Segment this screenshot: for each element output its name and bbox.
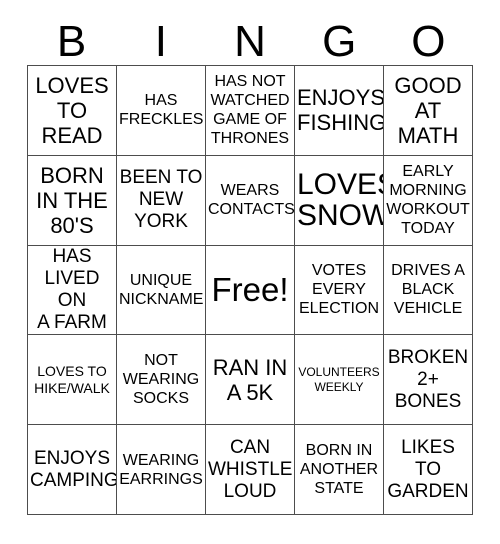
bingo-grid: LOVES TO READ HAS FRECKLES HAS NOT WATCHED… — [27, 65, 473, 515]
bingo-square-label: GOOD AT MATH — [394, 72, 462, 148]
bingo-square-label: VOLUNTEERS WEEKLY — [298, 364, 380, 394]
bingo-square-label: ENJOYS CAMPING — [30, 447, 117, 491]
bingo-square[interactable]: EARLY MORNING WORKOUT TODAY — [384, 155, 473, 246]
header-letter-b: B — [56, 17, 87, 66]
bingo-square-label: ENJOYS FISHING — [297, 85, 384, 136]
bingo-square-label: BROKEN 2+ BONES — [387, 346, 469, 412]
bingo-square[interactable]: BEEN TO NEW YORK — [117, 155, 206, 246]
bingo-square-label: BEEN TO NEW YORK — [119, 167, 203, 233]
bingo-square[interactable]: LOVES TO HIKE/WALK — [28, 335, 117, 426]
bingo-square-label: VOTES EVERY ELECTION — [298, 262, 379, 318]
bingo-square[interactable]: ENJOYS CAMPING — [28, 425, 117, 515]
bingo-square[interactable]: GOOD AT MATH — [384, 66, 473, 156]
bingo-square[interactable]: HAS FRECKLES — [117, 66, 206, 156]
bingo-square-label: WEARS CONTACTS — [208, 182, 295, 219]
bingo-square-label: BORN IN THE 80'S — [36, 162, 108, 238]
bingo-square-label: LIKES TO GARDEN — [387, 436, 469, 502]
bingo-square-label: CAN WHISTLE LOUD — [208, 436, 293, 502]
bingo-square-label: DRIVES A BLACK VEHICLE — [391, 262, 465, 318]
bingo-square-label: RAN IN A 5K — [212, 354, 288, 405]
header-letter-o: O — [411, 17, 446, 66]
bingo-square[interactable]: BORN IN ANOTHER STATE — [295, 425, 384, 515]
bingo-square[interactable]: HAS LIVED ON A FARM — [28, 245, 117, 336]
bingo-square[interactable]: HAS NOT WATCHED GAME OF THRONES — [206, 66, 295, 156]
bingo-square[interactable]: RAN IN A 5K — [206, 335, 295, 426]
header-letter-n: N — [234, 17, 266, 66]
bingo-square[interactable]: DRIVES A BLACK VEHICLE — [384, 245, 473, 336]
bingo-square-label: LOVES TO READ — [35, 72, 109, 148]
bingo-square-label: EARLY MORNING WORKOUT TODAY — [386, 163, 470, 238]
bingo-square[interactable]: LIKES TO GARDEN — [384, 425, 473, 515]
bingo-square[interactable]: LOVES SNOW — [295, 155, 384, 246]
bingo-square[interactable]: VOLUNTEERS WEEKLY — [295, 335, 384, 426]
bingo-square[interactable]: NOT WEARING SOCKS — [117, 335, 206, 426]
bingo-square[interactable]: WEARS CONTACTS — [206, 155, 295, 246]
bingo-square-label: NOT WEARING SOCKS — [122, 352, 200, 408]
bingo-square[interactable]: LOVES TO READ — [28, 66, 117, 156]
bingo-square-label: Free! — [211, 271, 289, 309]
bingo-square-label: LOVES TO HIKE/WALK — [34, 362, 110, 396]
bingo-square-label: HAS NOT WATCHED GAME OF THRONES — [210, 73, 290, 148]
bingo-square-label: HAS FRECKLES — [119, 92, 204, 129]
bingo-free-space[interactable]: Free! — [206, 245, 295, 336]
header-letter-g: G — [322, 17, 357, 66]
bingo-square[interactable]: UNIQUE NICKNAME — [117, 245, 206, 336]
bingo-square-label: LOVES SNOW — [297, 168, 384, 233]
bingo-square[interactable]: CAN WHISTLE LOUD — [206, 425, 295, 515]
bingo-square[interactable]: BORN IN THE 80'S — [28, 155, 117, 246]
bingo-header: B I N G O — [27, 18, 473, 65]
bingo-square[interactable]: ENJOYS FISHING — [295, 66, 384, 156]
bingo-square-label: UNIQUE NICKNAME — [119, 271, 204, 308]
bingo-square-label: WEARING EARRINGS — [119, 451, 203, 488]
bingo-square[interactable]: WEARING EARRINGS — [117, 425, 206, 515]
bingo-square-label: HAS LIVED ON A FARM — [37, 246, 107, 333]
bingo-square-label: BORN IN ANOTHER STATE — [299, 442, 379, 498]
bingo-square[interactable]: BROKEN 2+ BONES — [384, 335, 473, 426]
bingo-card: B I N G O LOVES TO READ HAS FRECKLES HAS N… — [0, 0, 500, 544]
header-letter-i: I — [154, 17, 167, 66]
bingo-square[interactable]: VOTES EVERY ELECTION — [295, 245, 384, 336]
